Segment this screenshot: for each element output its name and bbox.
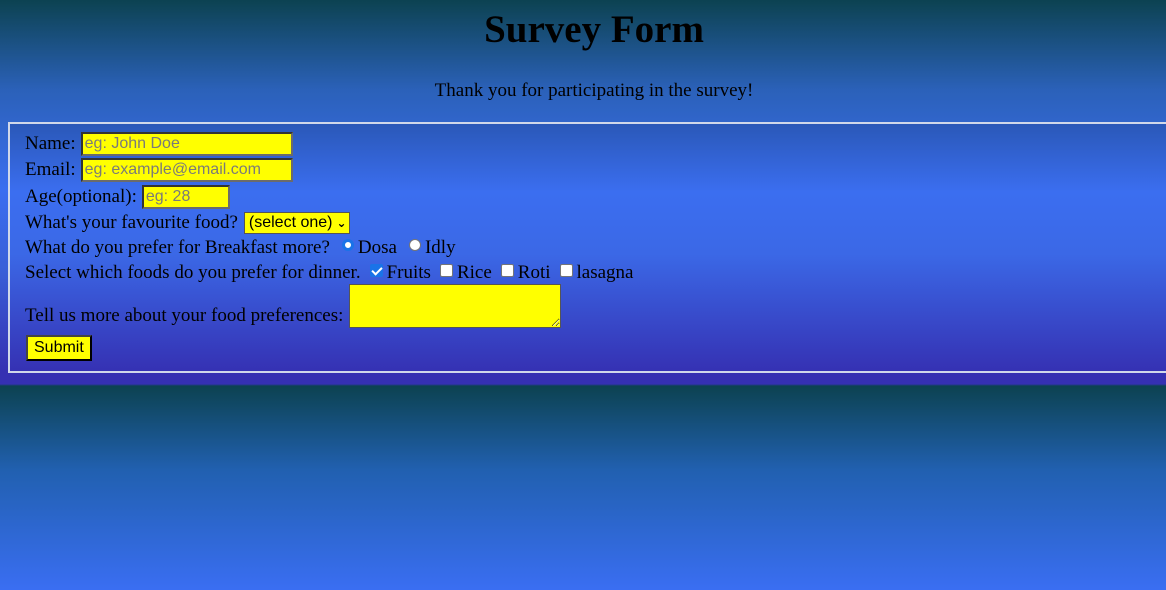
age-input[interactable] bbox=[141, 185, 230, 209]
checkbox-rice-label: Rice bbox=[456, 262, 492, 283]
checkbox-lasagna[interactable] bbox=[559, 263, 573, 277]
name-input[interactable] bbox=[80, 132, 293, 156]
age-row: Age(optional): bbox=[25, 185, 230, 209]
radio-dosa-label: Dosa bbox=[357, 237, 397, 258]
preferences-textarea[interactable] bbox=[349, 284, 562, 328]
age-label: Age(optional): bbox=[25, 186, 137, 207]
survey-form: Name: Email: Age(optional): What's your … bbox=[8, 122, 1166, 373]
checkbox-lasagna-label: lasagna bbox=[576, 262, 634, 283]
radio-idly-label: Idly bbox=[424, 237, 456, 258]
radio-idly[interactable] bbox=[408, 239, 421, 251]
dinner-row: Select which foods do you prefer for din… bbox=[25, 261, 633, 285]
preferences-row: Tell us more about your food preferences… bbox=[25, 284, 562, 328]
submit-button[interactable]: Submit bbox=[26, 335, 92, 361]
email-input[interactable] bbox=[80, 158, 293, 182]
food-label: What's your favourite food? bbox=[25, 212, 238, 233]
food-row: What's your favourite food? (select one)… bbox=[25, 211, 350, 235]
page-description: Thank you for participating in the surve… bbox=[434, 80, 754, 101]
chevron-down-icon: ⌄ bbox=[336, 216, 347, 230]
checkbox-rice[interactable] bbox=[439, 263, 453, 277]
food-select-value: (select one) bbox=[248, 214, 333, 231]
radio-dosa[interactable] bbox=[341, 239, 354, 251]
dinner-label: Select which foods do you prefer for din… bbox=[25, 262, 361, 283]
food-select[interactable]: (select one) ⌄ bbox=[243, 212, 350, 234]
name-row: Name: bbox=[25, 132, 293, 156]
survey-page: Survey Form Thank you for participating … bbox=[0, 0, 1166, 590]
name-label: Name: bbox=[25, 133, 76, 154]
checkbox-roti-label: Roti bbox=[517, 262, 551, 283]
breakfast-row: What do you prefer for Breakfast more? D… bbox=[25, 236, 456, 260]
email-label: Email: bbox=[25, 159, 76, 180]
preferences-label: Tell us more about your food preferences… bbox=[25, 305, 344, 326]
checkbox-roti[interactable] bbox=[500, 263, 514, 277]
page-title: Survey Form bbox=[484, 8, 704, 51]
email-row: Email: bbox=[25, 158, 293, 182]
checkbox-fruits-label: Fruits bbox=[386, 262, 431, 283]
breakfast-label: What do you prefer for Breakfast more? bbox=[25, 237, 330, 258]
checkbox-fruits[interactable] bbox=[369, 263, 383, 277]
